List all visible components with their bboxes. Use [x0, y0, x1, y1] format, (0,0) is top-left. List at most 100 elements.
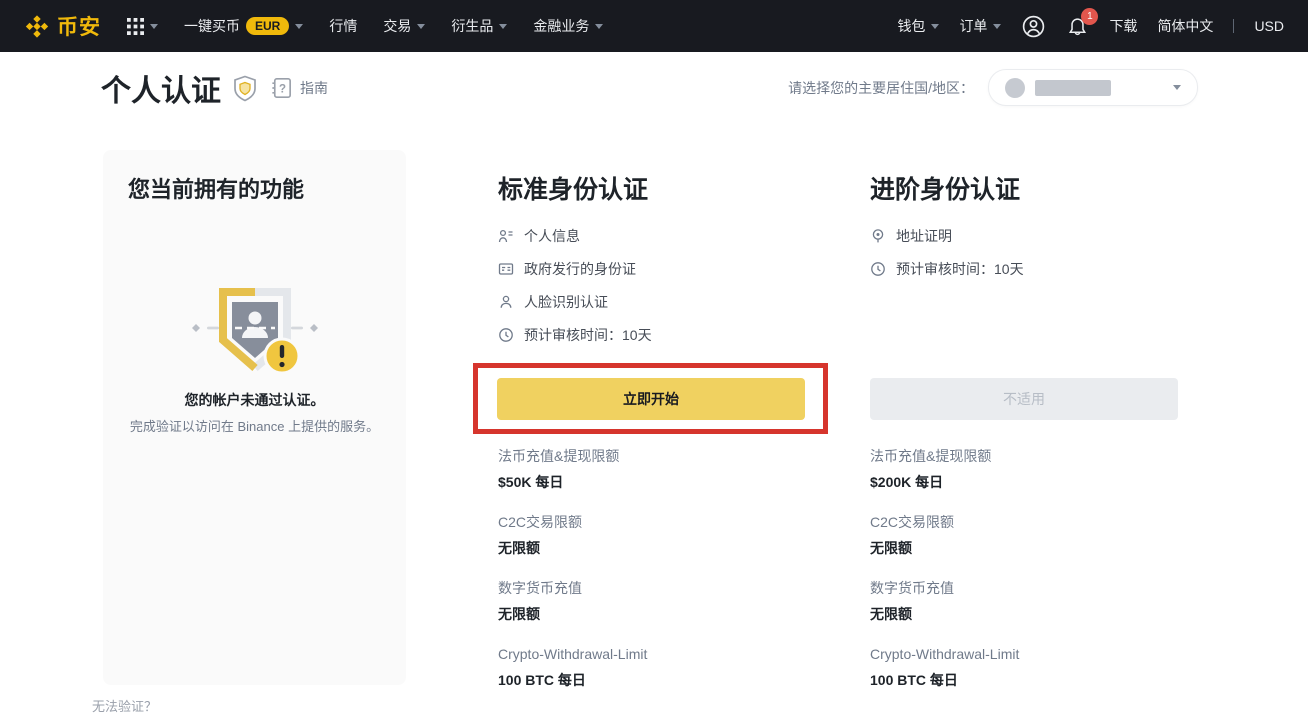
nav-item-label: 订单 [959, 18, 988, 34]
nav-item-download[interactable]: 下载 [1109, 16, 1137, 36]
limit-group: 数字货币充值 无限额 [870, 578, 1190, 624]
limit-group: 法币充值&提现限额 $200K 每日 [870, 446, 1190, 492]
limit-label: 法币充值&提现限额 [498, 448, 620, 464]
chevron-down-icon [295, 23, 304, 29]
top-nav: 币安 一键买币 EUR 行情 交易 衍生品 金融业务 钱包 订单 1 下载 简体… [0, 0, 1308, 52]
not-applicable-button: 不适用 [870, 378, 1178, 420]
nav-item-derivatives[interactable]: 衍生品 [451, 16, 508, 36]
start-now-button[interactable]: 立即开始 [497, 378, 805, 420]
nav-item-label: 衍生品 [451, 18, 494, 34]
unverified-shield-illustration [191, 288, 318, 375]
limit-group: Crypto-Withdrawal-Limit 100 BTC 每日 [498, 644, 818, 690]
limit-group: C2C交易限额 无限额 [870, 512, 1190, 558]
face-id-icon [500, 295, 512, 308]
feature-proof-of-address: 地址证明 [870, 226, 1024, 246]
feature-label: 预计审核时间：10天 [896, 261, 1024, 277]
feature-label: 预计审核时间：10天 [524, 327, 652, 343]
account-status-title: 您的帐户未通过认证。 [184, 392, 325, 408]
clock-icon [871, 262, 885, 276]
limit-label: C2C交易限额 [870, 514, 955, 530]
user-icon [1023, 15, 1045, 37]
location-icon [872, 229, 884, 243]
grid-icon [127, 17, 144, 35]
nav-item-finance[interactable]: 金融业务 [533, 16, 604, 36]
binance-diamond-icon [25, 15, 49, 38]
limit-group: C2C交易限额 无限额 [498, 512, 818, 558]
apps-menu[interactable] [127, 17, 158, 35]
nav-item-orders[interactable]: 订单 [959, 16, 1002, 36]
feature-label: 个人信息 [524, 228, 580, 244]
currency-label: USD [1254, 18, 1284, 34]
notification-badge: 1 [1081, 7, 1099, 25]
limit-label: Crypto-Withdrawal-Limit [498, 646, 648, 662]
faq-link-cutoff[interactable]: 无法验证？ [92, 696, 157, 715]
residence-label: 请选择您的主要居住国/地区： [788, 79, 974, 96]
clock-icon [499, 328, 513, 342]
chevron-down-icon [993, 23, 1002, 29]
notifications-button[interactable]: 1 [1066, 7, 1099, 38]
advanced-feature-list: 地址证明 预计审核时间：10天 [870, 226, 1024, 292]
feature-review-time: 预计审核时间：10天 [498, 325, 652, 345]
limit-value: 无限额 [498, 540, 540, 556]
chevron-down-icon [595, 23, 604, 29]
limit-group: Crypto-Withdrawal-Limit 100 BTC 每日 [870, 644, 1190, 690]
account-button[interactable] [1021, 14, 1046, 39]
nav-item-wallet[interactable]: 钱包 [897, 16, 940, 36]
limit-value: 无限额 [870, 540, 912, 556]
country-flag-placeholder [1005, 77, 1025, 98]
binance-logo[interactable]: 币安 [24, 11, 101, 41]
limit-value: 无限额 [498, 606, 540, 622]
limit-label: 数字货币充值 [870, 580, 954, 596]
feature-label: 政府发行的身份证 [524, 261, 636, 277]
feature-review-time: 预计审核时间：10天 [870, 259, 1024, 279]
feature-face-verification: 人脸识别认证 [498, 292, 652, 312]
divider [1233, 19, 1235, 33]
feature-label: 地址证明 [896, 228, 952, 244]
guide-link[interactable]: ? 指南 [269, 75, 328, 101]
currency-selector[interactable]: USD [1254, 18, 1284, 34]
nav-item-label: 交易 [383, 18, 412, 34]
standard-feature-list: 个人信息 政府发行的身份证 人脸识别认证 预计审核时间：10天 [498, 226, 652, 358]
limit-label: 数字货币充值 [498, 580, 582, 596]
advanced-verification-title: 进阶身份认证 [870, 176, 1021, 204]
nav-item-label: 钱包 [897, 18, 926, 34]
brand-name: 币安 [57, 16, 101, 39]
feature-label: 人脸识别认证 [524, 294, 608, 310]
nav-item-label: 行情 [329, 18, 358, 34]
nav-item-trade[interactable]: 交易 [383, 16, 426, 36]
chevron-down-icon [150, 23, 158, 29]
nav-item-buy-crypto[interactable]: 一键买币 EUR [184, 16, 304, 36]
chevron-down-icon [1173, 85, 1181, 90]
nav-item-label: 下载 [1109, 18, 1138, 34]
limit-group: 法币充值&提现限额 $50K 每日 [498, 446, 818, 492]
guide-label: 指南 [300, 80, 328, 96]
limit-value: 无限额 [870, 606, 912, 622]
limit-label: Crypto-Withdrawal-Limit [870, 646, 1020, 662]
country-name-placeholder [1035, 79, 1111, 96]
guide-book-icon: ? [272, 78, 291, 98]
current-features-title: 您当前拥有的功能 [128, 177, 305, 202]
page-header: 个人认证 ? 指南 [101, 66, 328, 110]
residence-country-select[interactable] [988, 69, 1198, 106]
chevron-down-icon [931, 23, 940, 29]
nav-item-markets[interactable]: 行情 [329, 16, 357, 36]
svg-text:?: ? [279, 83, 286, 95]
profile-info-icon [498, 229, 513, 243]
language-selector[interactable]: 简体中文 [1157, 16, 1213, 36]
chevron-down-icon [499, 23, 508, 29]
residence-section: 请选择您的主要居住国/地区： [788, 69, 1198, 106]
nav-item-label: 金融业务 [533, 18, 590, 34]
limit-value: $50K 每日 [498, 474, 564, 490]
account-status-description: 完成验证以访问在 Binance 上提供的服务。 [129, 419, 380, 434]
currency-badge: EUR [246, 17, 290, 35]
limit-label: C2C交易限额 [498, 514, 583, 530]
feature-personal-info: 个人信息 [498, 226, 652, 246]
nav-item-label: 一键买币 [184, 18, 240, 34]
language-label: 简体中文 [1157, 18, 1214, 34]
advanced-limits: 法币充值&提现限额 $200K 每日 C2C交易限额 无限额 数字货币充值 无限… [870, 446, 1190, 710]
limit-label: 法币充值&提现限额 [870, 448, 992, 464]
standard-limits: 法币充值&提现限额 $50K 每日 C2C交易限额 无限额 数字货币充值 无限额… [498, 446, 818, 710]
limit-value: 100 BTC 每日 [870, 672, 958, 688]
standard-verification-title: 标准身份认证 [498, 176, 649, 204]
chevron-down-icon [417, 23, 426, 29]
